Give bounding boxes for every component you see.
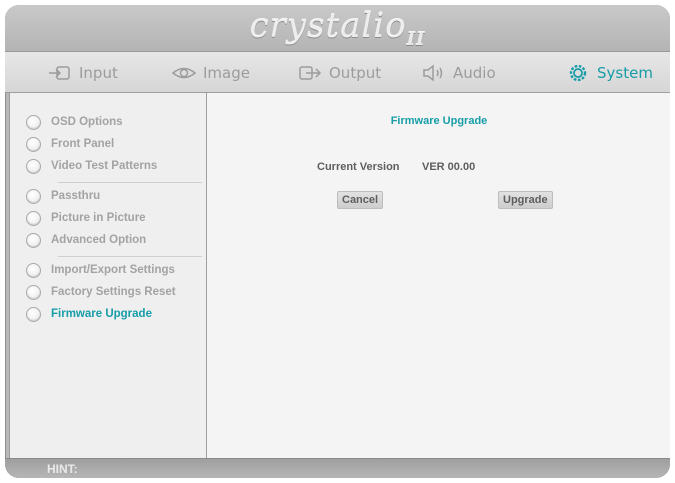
- sidebar-item-label: Picture in Picture: [51, 212, 146, 224]
- radio-icon: [26, 136, 41, 152]
- sidebar-item-advanced-option[interactable]: Advanced Option: [10, 229, 206, 251]
- hint-bar: HINT:: [5, 458, 670, 478]
- radio-icon: [26, 306, 41, 322]
- app-frame: crystalioII Input Image Output Audio Sys…: [5, 5, 670, 478]
- radio-icon: [26, 232, 41, 248]
- tab-audio[interactable]: Audio: [421, 62, 496, 84]
- sidebar-item-label: Firmware Upgrade: [51, 308, 152, 320]
- output-icon: [297, 63, 323, 83]
- speaker-icon: [421, 63, 447, 83]
- current-version-label: Current Version: [317, 161, 400, 173]
- hint-label: HINT:: [47, 462, 78, 476]
- header-bar: crystalioII: [5, 5, 670, 51]
- current-version-value: VER 00.00: [422, 161, 476, 173]
- radio-icon: [26, 210, 41, 226]
- sidebar-item-factory-settings-reset[interactable]: Factory Settings Reset: [10, 281, 206, 303]
- page-title: Firmware Upgrade: [390, 115, 488, 127]
- tab-output-label: Output: [329, 64, 382, 82]
- divider: [58, 256, 202, 257]
- cancel-button[interactable]: Cancel: [337, 191, 384, 209]
- sidebar-item-label: Front Panel: [51, 138, 115, 150]
- tab-image-label: Image: [203, 64, 250, 82]
- sidebar-item-label: Video Test Patterns: [51, 160, 158, 172]
- sidebar-item-label: OSD Options: [51, 116, 123, 128]
- logo-text: crystalio: [249, 6, 407, 46]
- brand-logo: crystalioII: [5, 6, 670, 50]
- tab-system[interactable]: System: [565, 62, 653, 84]
- sidebar-item-label: Factory Settings Reset: [51, 286, 176, 298]
- upgrade-button[interactable]: Upgrade: [498, 191, 553, 209]
- tab-audio-label: Audio: [453, 64, 496, 82]
- radio-icon: [26, 188, 41, 204]
- tab-bar: Input Image Output Audio System: [5, 51, 670, 93]
- tab-input[interactable]: Input: [47, 62, 118, 84]
- sidebar-item-firmware-upgrade[interactable]: Firmware Upgrade: [10, 303, 206, 325]
- gear-icon: [565, 63, 591, 83]
- radio-icon: [26, 284, 41, 300]
- tab-output[interactable]: Output: [297, 62, 381, 84]
- sidebar-item-label: Import/Export Settings: [51, 264, 175, 276]
- tab-input-label: Input: [79, 64, 118, 82]
- input-icon: [47, 63, 73, 83]
- sidebar-item-passthru[interactable]: Passthru: [10, 185, 206, 207]
- sidebar-item-import-export-settings[interactable]: Import/Export Settings: [10, 259, 206, 281]
- radio-icon: [26, 158, 41, 174]
- sidebar-item-picture-in-picture[interactable]: Picture in Picture: [10, 207, 206, 229]
- sidebar-item-label: Passthru: [51, 190, 101, 202]
- eye-icon: [171, 63, 197, 83]
- sidebar-item-front-panel[interactable]: Front Panel: [10, 133, 206, 155]
- tab-system-label: System: [597, 64, 653, 82]
- sidebar-item-label: Advanced Option: [51, 234, 147, 246]
- sidebar-item-osd-options[interactable]: OSD Options: [10, 111, 206, 133]
- main-panel: Firmware Upgrade Current Version VER 00.…: [206, 92, 670, 459]
- logo-suffix: II: [406, 28, 426, 50]
- tab-image[interactable]: Image: [171, 62, 250, 84]
- sidebar-item-video-test-patterns[interactable]: Video Test Patterns: [10, 155, 206, 177]
- divider: [58, 182, 202, 183]
- sidebar-menu: OSD Options Front Panel Video Test Patte…: [9, 92, 207, 459]
- radio-icon: [26, 262, 41, 278]
- radio-icon: [26, 114, 41, 130]
